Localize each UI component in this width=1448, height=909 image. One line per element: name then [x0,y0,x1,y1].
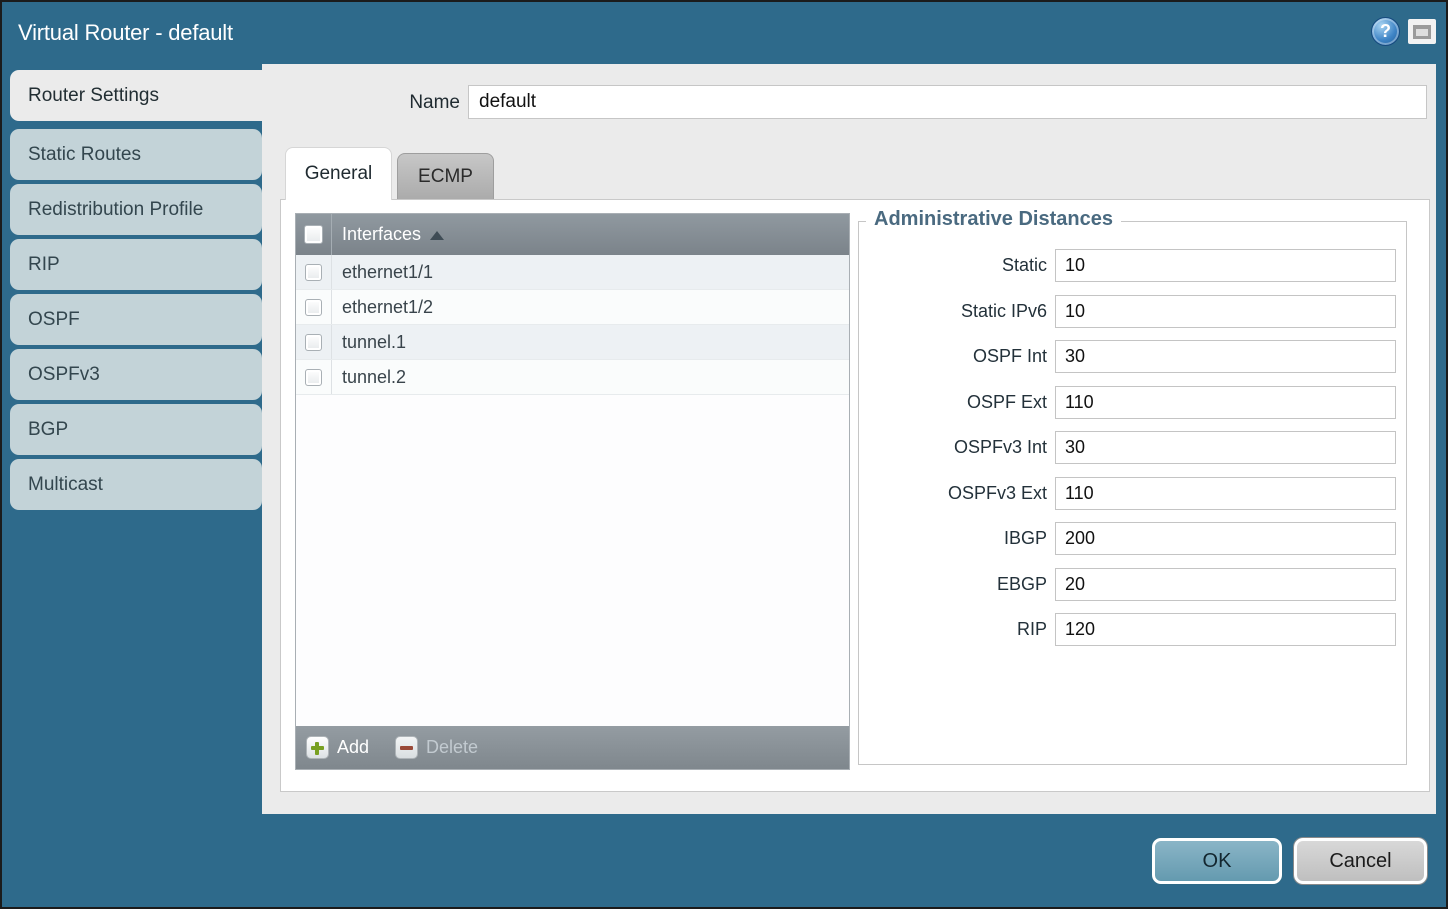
table-row[interactable]: tunnel.1 [296,325,849,360]
sidebar-item-redistribution-profile[interactable]: Redistribution Profile [10,184,262,235]
dialog-title: Virtual Router - default [18,2,233,64]
field-row-static: Static [868,249,1400,282]
tab-ecmp[interactable]: ECMP [397,153,494,199]
sidebar-nav: Router Settings Static Routes Redistribu… [10,70,262,514]
sidebar-item-rip[interactable]: RIP [10,239,262,290]
static-input[interactable] [1055,249,1396,282]
row-checkbox-cell [296,325,332,359]
sidebar-item-ospf[interactable]: OSPF [10,294,262,345]
row-checkbox-cell [296,255,332,289]
static-ipv6-label: Static IPv6 [868,301,1047,322]
select-all-cell [296,214,332,255]
interface-name: ethernet1/1 [342,262,433,283]
sidebar-item-bgp[interactable]: BGP [10,404,262,455]
ospf-ext-label: OSPF Ext [868,392,1047,413]
sort-ascending-icon [430,231,444,240]
delete-button-label: Delete [426,737,478,758]
minus-icon [395,736,418,759]
field-row-ospfv3-int: OSPFv3 Int [868,431,1400,464]
row-checkbox-cell [296,360,332,394]
ebgp-label: EBGP [868,574,1047,595]
row-checkbox[interactable] [305,299,322,316]
row-checkbox[interactable] [305,264,322,281]
row-checkbox-cell [296,290,332,324]
field-row-ospf-ext: OSPF Ext [868,386,1400,419]
table-row[interactable]: ethernet1/1 [296,255,849,290]
row-checkbox[interactable] [305,369,322,386]
field-row-ospfv3-ext: OSPFv3 Ext [868,477,1400,510]
maximize-icon-glyph [1413,25,1431,39]
virtual-router-dialog: Virtual Router - default ? Router Settin… [0,0,1448,909]
interface-name: tunnel.1 [342,332,406,353]
add-button[interactable]: Add [306,736,369,759]
title-bar: Virtual Router - default ? [2,2,1446,64]
table-row[interactable]: ethernet1/2 [296,290,849,325]
ebgp-input[interactable] [1055,568,1396,601]
select-all-checkbox[interactable] [304,225,323,244]
interfaces-table: Interfaces ethernet1/1 ethernet1/2 tunne… [295,213,850,770]
ok-button[interactable]: OK [1152,838,1282,884]
ospfv3-ext-label: OSPFv3 Ext [868,483,1047,504]
table-footer-bar: Add Delete [296,726,849,769]
tab-general[interactable]: General [285,147,392,200]
name-input[interactable] [468,85,1427,119]
sidebar-item-multicast[interactable]: Multicast [10,459,262,510]
ibgp-input[interactable] [1055,522,1396,555]
row-checkbox[interactable] [305,334,322,351]
sidebar-item-ospfv3[interactable]: OSPFv3 [10,349,262,400]
static-ipv6-input[interactable] [1055,295,1396,328]
administrative-distances-legend: Administrative Distances [866,208,1121,231]
rip-input[interactable] [1055,613,1396,646]
ibgp-label: IBGP [868,528,1047,549]
table-empty-space [296,395,849,726]
ospfv3-ext-input[interactable] [1055,477,1396,510]
field-row-rip: RIP [868,613,1400,646]
ospfv3-int-input[interactable] [1055,431,1396,464]
sidebar-item-router-settings[interactable]: Router Settings [10,70,262,121]
interface-name: tunnel.2 [342,367,406,388]
maximize-icon[interactable] [1408,19,1436,44]
help-icon[interactable]: ? [1371,17,1400,46]
ospf-ext-input[interactable] [1055,386,1396,419]
rip-label: RIP [868,619,1047,640]
table-row[interactable]: tunnel.2 [296,360,849,395]
ospfv3-int-label: OSPFv3 Int [868,437,1047,458]
name-label: Name [402,86,460,120]
field-row-ibgp: IBGP [868,522,1400,555]
delete-button[interactable]: Delete [395,736,478,759]
field-row-ospf-int: OSPF Int [868,340,1400,373]
add-button-label: Add [337,737,369,758]
cancel-button[interactable]: Cancel [1294,838,1427,884]
sidebar-item-static-routes[interactable]: Static Routes [10,129,262,180]
interfaces-table-header[interactable]: Interfaces [296,214,849,255]
ospf-int-input[interactable] [1055,340,1396,373]
ospf-int-label: OSPF Int [868,346,1047,367]
interfaces-column-header[interactable]: Interfaces [342,224,421,245]
plus-icon [306,736,329,759]
field-row-ebgp: EBGP [868,568,1400,601]
static-label: Static [868,255,1047,276]
field-row-static-ipv6: Static IPv6 [868,295,1400,328]
interface-name: ethernet1/2 [342,297,433,318]
